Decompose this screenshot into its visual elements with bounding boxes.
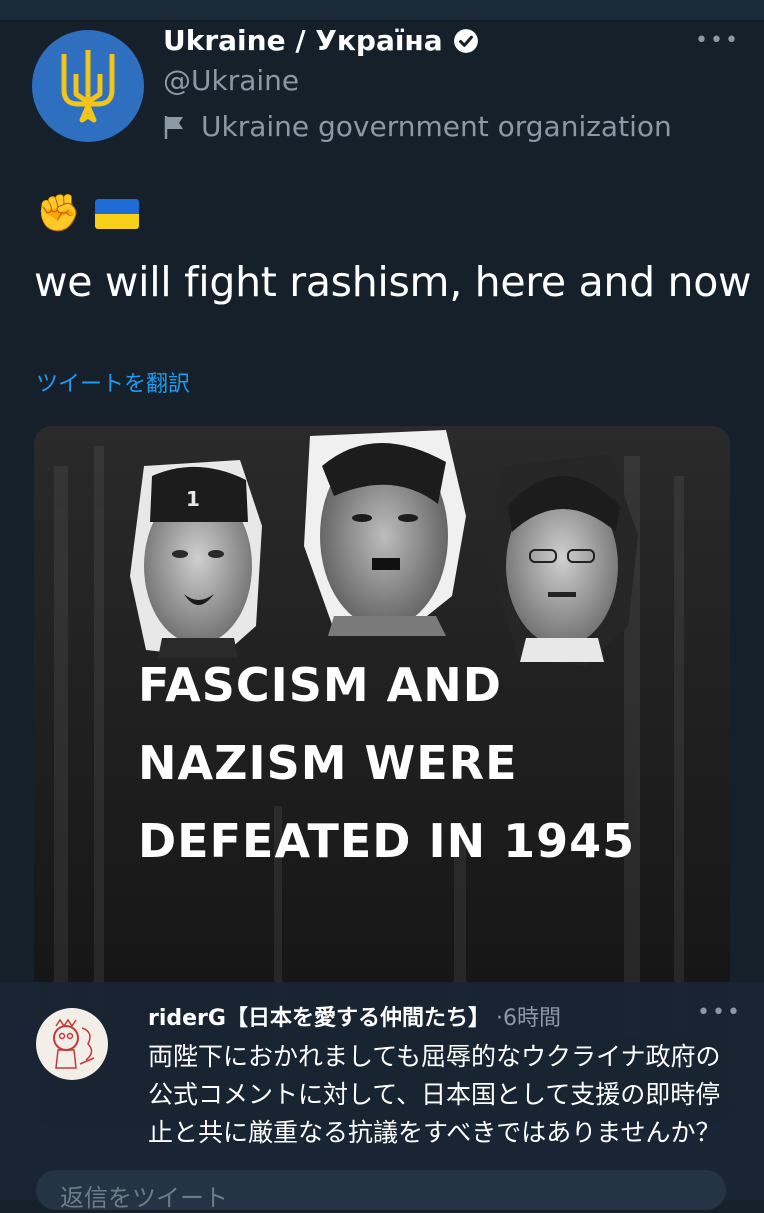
- reply-more-options-icon[interactable]: •••: [697, 1000, 742, 1025]
- tweet-emojis: ✊: [36, 196, 139, 232]
- translate-tweet-link[interactable]: ツイートを翻訳: [36, 366, 190, 398]
- account-avatar[interactable]: [32, 30, 144, 142]
- reply-avatar[interactable]: [36, 1008, 108, 1080]
- divider: [0, 20, 764, 22]
- portrait-left: 1: [130, 460, 262, 658]
- reply-input-placeholder[interactable]: 返信をツイート: [60, 1178, 228, 1213]
- tweet-text: we will fight rashism, here and now: [34, 258, 752, 306]
- headline-line-1: FASCISM AND: [138, 658, 502, 712]
- affiliation-text: Ukraine government organization: [201, 110, 672, 143]
- portrait-right: [492, 454, 638, 666]
- sketch-avatar-icon: [53, 1018, 95, 1069]
- account-handle[interactable]: @Ukraine: [163, 64, 299, 97]
- headline-line-3: DEFEATED IN 1945: [138, 814, 636, 868]
- more-options-icon[interactable]: •••: [695, 28, 740, 53]
- flag-icon: [164, 115, 183, 139]
- svg-text:1: 1: [186, 487, 200, 511]
- verified-badge-icon: [453, 28, 478, 53]
- reply-username[interactable]: riderG【日本を愛する仲間たち】: [148, 1000, 490, 1032]
- media-headline: FASCISM AND NAZISM WERE DEFEATED IN 1945: [138, 646, 635, 880]
- top-status-strip: [0, 0, 764, 20]
- reply-text: 両陛下におかれましても屈辱的なウクライナ政府の公式コメントに対して、日本国として…: [148, 1042, 721, 1147]
- reply-timestamp: ·6時間: [495, 1006, 561, 1031]
- tryzub-icon: [61, 50, 115, 123]
- ukraine-flag-emoji: [94, 199, 139, 229]
- reply-header: riderG【日本を愛する仲間たち】 ·6時間: [148, 1000, 561, 1032]
- headline-line-2: NAZISM WERE: [138, 736, 518, 790]
- raised-fist-emoji: ✊: [36, 193, 81, 234]
- affiliation-label: Ukraine government organization: [163, 110, 672, 143]
- display-name[interactable]: Ukraine / Україна: [163, 24, 443, 57]
